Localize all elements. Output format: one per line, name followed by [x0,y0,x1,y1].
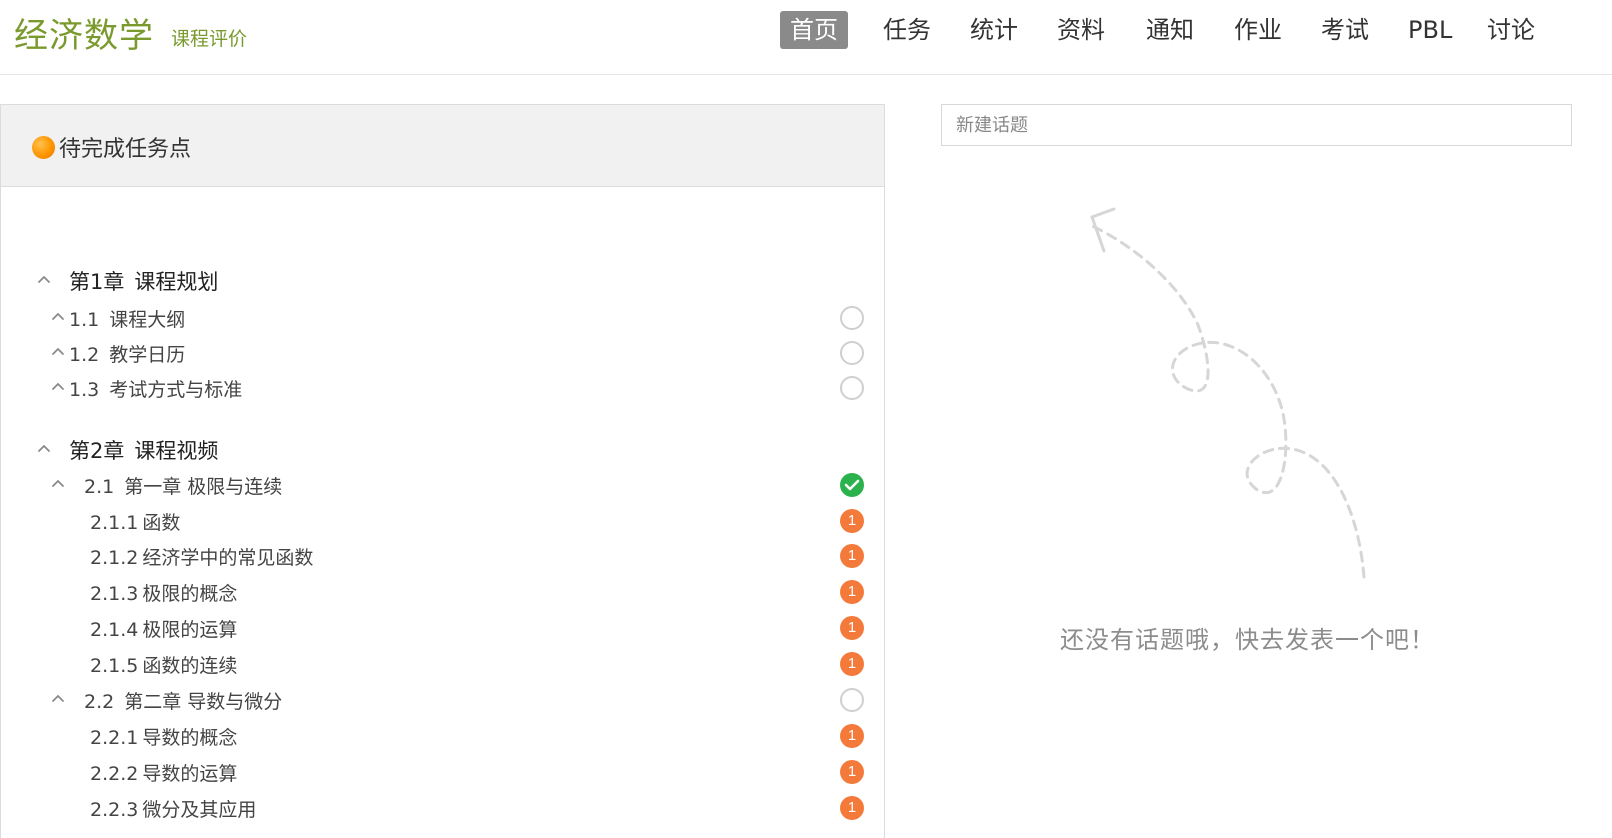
sub-label[interactable]: 2.1.5 函数的连续 [90,651,237,678]
section-number: 1.3 [69,379,100,401]
sub-label[interactable]: 2.1.4 极限的运算 [90,615,237,642]
section-label[interactable]: 2.1 第一章 极限与连续 [84,472,282,499]
section-row[interactable]: 1.3 考试方式与标准 [1,372,884,404]
task-panel-header: 待完成任务点 [1,105,884,187]
dashed-arrow-illustration-icon [1088,207,1366,579]
task-item-row[interactable]: 2.2.2 导数的运算 1 [1,756,884,788]
nav-tab-1[interactable]: 任务 [873,11,941,49]
sub-title: 极限的运算 [142,619,238,641]
sub-number: 2.1.2 [90,547,139,569]
sub-label[interactable]: 2.2.1 导数的概念 [90,723,237,750]
task-item-row[interactable]: 2.1.3 极限的概念 1 [1,576,884,608]
chapter-label[interactable]: 第1章 课程规划 [69,266,218,296]
empty-circle-icon [840,376,864,400]
section-label[interactable]: 1.3 考试方式与标准 [69,375,242,402]
chapter-number: 第1章 [69,270,125,294]
pending-count-badge: 1 [840,580,864,604]
section-label[interactable]: 2.2 第二章 导数与微分 [84,687,282,714]
section-row[interactable]: 2.1 第一章 极限与连续 [1,469,884,501]
top-header: 经济数学 课程评价 首页 任务 统计 资料 通知 作业 考试 PBL 讨论 [0,0,1612,75]
section-row[interactable]: 1.2 教学日历 [1,337,884,369]
pending-dot-icon [32,136,55,159]
sub-number: 2.2.3 [90,799,139,821]
pending-count-badge: 1 [840,652,864,676]
section-number: 1.1 [69,309,100,331]
sub-number: 2.1.3 [90,583,139,605]
chapter-label[interactable]: 第2章 课程视频 [69,435,218,465]
chevron-up-icon[interactable] [50,378,66,394]
task-item-row[interactable]: 2.2.3 微分及其应用 1 [1,792,884,824]
sub-label[interactable]: 2.1.2 经济学中的常见函数 [90,543,313,570]
pending-count-badge: 1 [840,760,864,784]
pending-count-badge: 1 [840,509,864,533]
nav-tab-5[interactable]: 作业 [1224,11,1292,49]
pending-count-badge: 1 [840,724,864,748]
section-row[interactable]: 2.2 第二章 导数与微分 [1,684,884,716]
sub-number: 2.1.1 [90,512,139,534]
nav-tab-3[interactable]: 资料 [1047,11,1115,49]
chapter-title: 课程视频 [134,439,219,463]
sub-title: 函数的连续 [142,655,238,677]
task-item-row[interactable]: 2.2.1 导数的概念 1 [1,720,884,752]
chapter-row[interactable]: 第2章 课程视频 [1,434,884,466]
section-label[interactable]: 1.1 课程大纲 [69,305,185,332]
chapter-row[interactable]: 第1章 课程规划 [1,265,884,297]
course-evaluation-link[interactable]: 课程评价 [171,24,247,51]
section-title: 教学日历 [109,344,186,366]
chapter-title: 课程规划 [134,270,219,294]
check-circle-icon [840,473,864,497]
sub-label[interactable]: 2.1.1 函数 [90,508,180,535]
section-number: 1.2 [69,344,100,366]
section-title: 课程大纲 [109,309,186,331]
sub-title: 微分及其应用 [142,799,257,821]
new-topic-input[interactable] [941,104,1572,146]
sub-title: 函数 [142,512,181,534]
sub-title: 导数的概念 [142,727,238,749]
pending-count-badge: 1 [840,796,864,820]
sub-number: 2.1.5 [90,655,139,677]
chevron-up-icon[interactable] [50,308,66,324]
empty-topics-message: 还没有话题哦，快去发表一个吧！ [1060,626,1435,654]
task-item-row[interactable]: 2.1.1 函数 1 [1,505,884,537]
nav-tab-7[interactable]: PBL [1398,11,1462,49]
sub-label[interactable]: 2.2.3 微分及其应用 [90,795,256,822]
sub-number: 2.2.2 [90,763,139,785]
sub-number: 2.1.4 [90,619,139,641]
section-number: 2.2 [84,691,115,713]
sub-label[interactable]: 2.2.2 导数的运算 [90,759,237,786]
nav-tab-6[interactable]: 考试 [1311,11,1379,49]
chevron-up-icon[interactable] [36,271,52,287]
pending-count-badge: 1 [840,616,864,640]
pending-count-badge: 1 [840,544,864,568]
sub-title: 导数的运算 [142,763,238,785]
task-item-row[interactable]: 2.1.2 经济学中的常见函数 1 [1,540,884,572]
section-number: 2.1 [84,476,115,498]
chevron-up-icon[interactable] [50,475,66,491]
chapter-number: 第2章 [69,439,125,463]
section-title: 第二章 导数与微分 [124,691,283,713]
task-panel: 待完成任务点 第1章 课程规划 1.1 课程大纲 1.2 教学日历 1.3 考试方式与标准第2… [0,104,885,838]
task-item-row[interactable]: 2.1.4 极限的运算 1 [1,612,884,644]
empty-circle-icon [840,688,864,712]
nav-tab-4[interactable]: 通知 [1136,11,1204,49]
nav-tab-8[interactable]: 讨论 [1477,11,1545,49]
sub-label[interactable]: 2.1.3 极限的概念 [90,579,237,606]
section-row[interactable]: 1.1 课程大纲 [1,302,884,334]
task-item-row[interactable]: 2.1.5 函数的连续 1 [1,648,884,680]
empty-circle-icon [840,341,864,365]
nav-tab-0[interactable]: 首页 [780,11,848,49]
nav-tab-2[interactable]: 统计 [960,11,1028,49]
sub-title: 极限的概念 [142,583,238,605]
task-panel-title: 待完成任务点 [59,137,192,162]
chevron-up-icon[interactable] [50,690,66,706]
chevron-up-icon[interactable] [50,343,66,359]
sub-title: 经济学中的常见函数 [142,547,314,569]
empty-circle-icon [840,306,864,330]
sub-number: 2.2.1 [90,727,139,749]
section-title: 考试方式与标准 [109,379,243,401]
course-title[interactable]: 经济数学 [14,8,154,57]
chevron-up-icon[interactable] [36,440,52,456]
section-title: 第一章 极限与连续 [124,476,283,498]
section-label[interactable]: 1.2 教学日历 [69,340,185,367]
